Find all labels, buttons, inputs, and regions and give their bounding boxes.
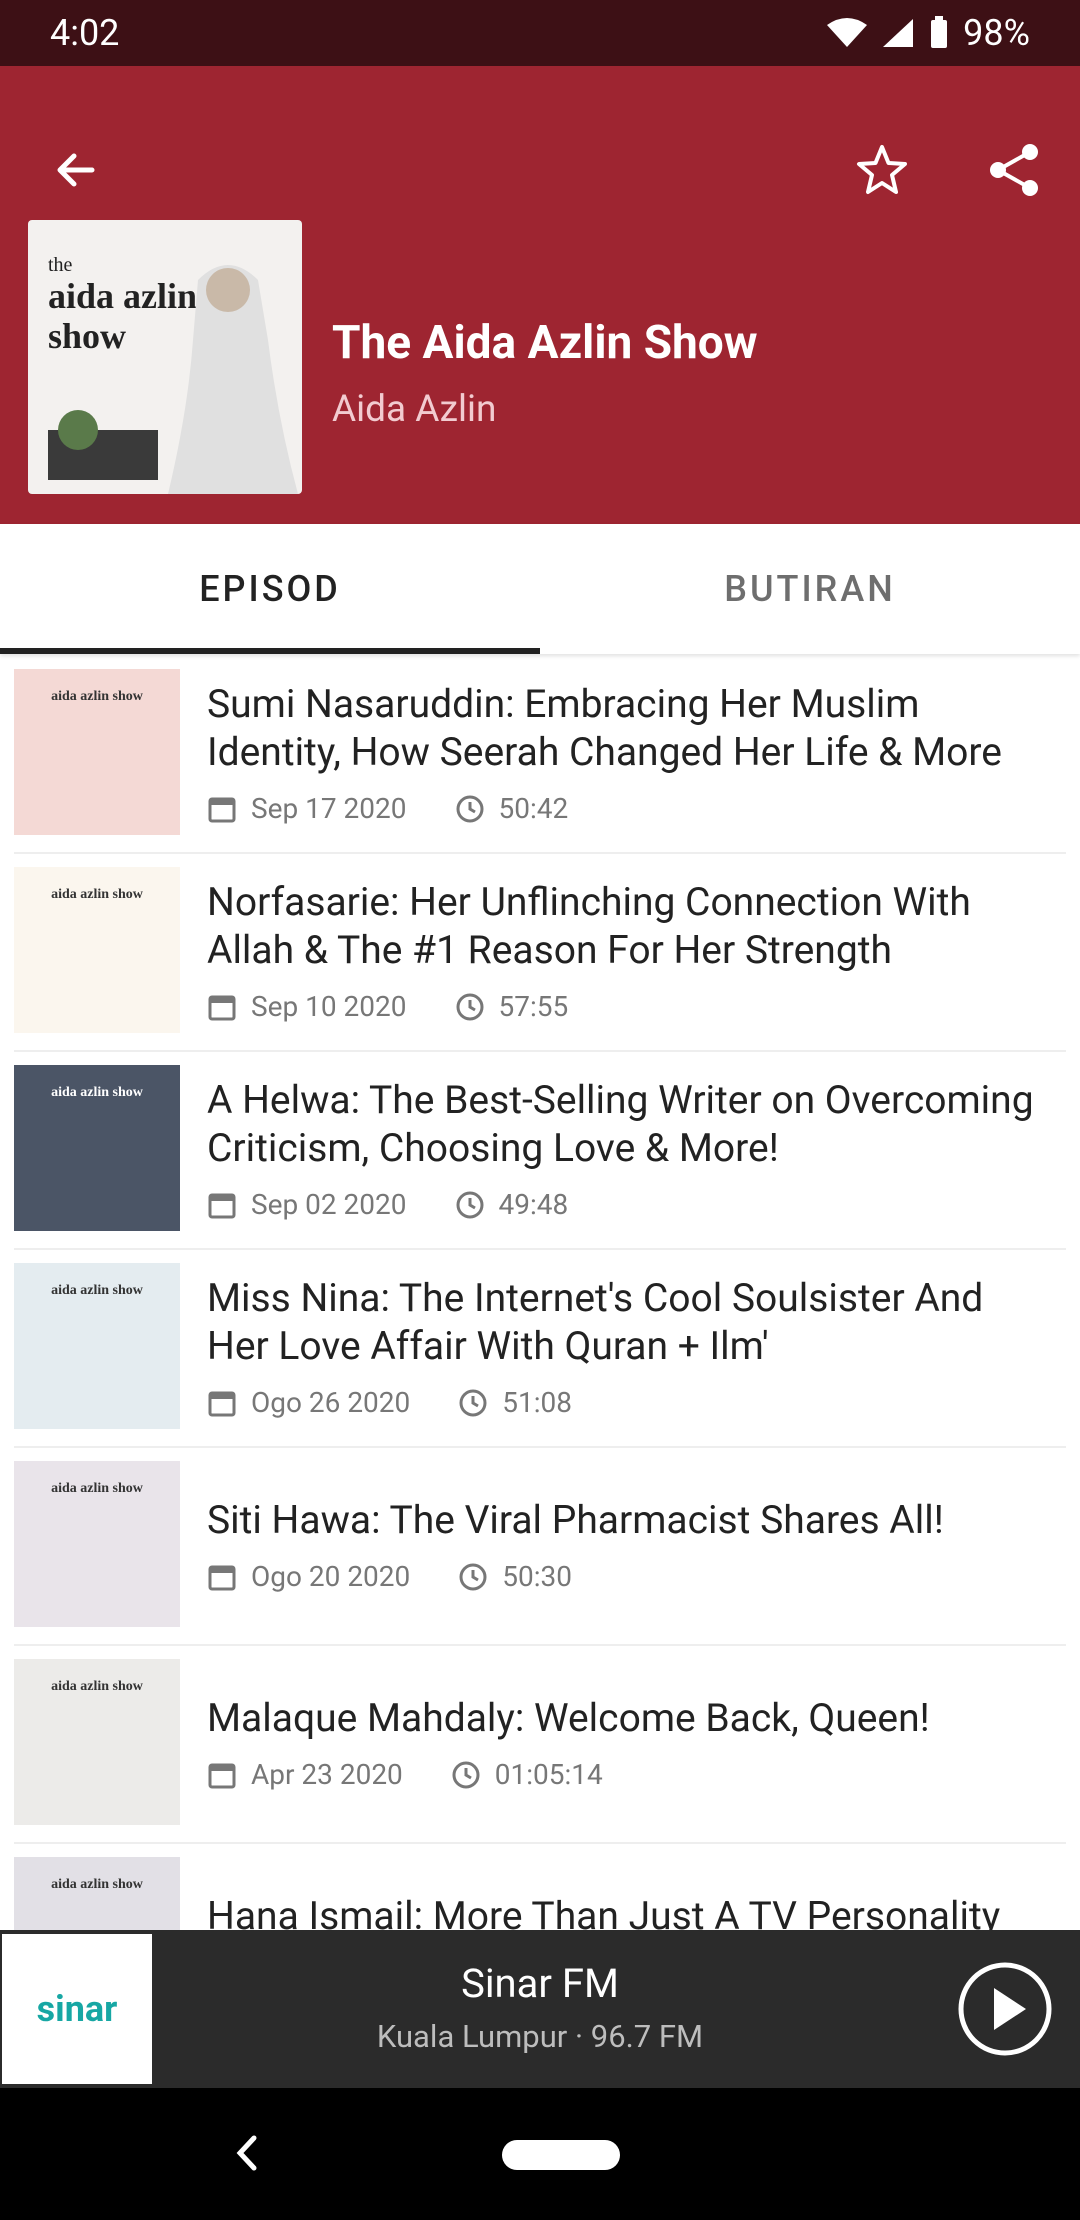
episode-item[interactable]: aida azlin show Malaque Mahdaly: Welcome…	[14, 1646, 1066, 1844]
episode-date: Sep 02 2020	[251, 1188, 407, 1221]
episode-thumbnail: aida azlin show	[14, 1461, 180, 1627]
station-location-frequency: Kuala Lumpur · 96.7 FM	[376, 2018, 704, 2055]
episode-item[interactable]: aida azlin show A Helwa: The Best-Sellin…	[14, 1052, 1066, 1250]
favorite-button[interactable]	[840, 128, 924, 212]
episode-list: aida azlin show Sumi Nasaruddin: Embraci…	[0, 656, 1080, 2042]
star-icon	[857, 145, 907, 194]
episode-item[interactable]: aida azlin show Siti Hawa: The Viral Pha…	[14, 1448, 1066, 1646]
share-icon	[990, 144, 1038, 196]
system-nav-bar	[0, 2088, 1080, 2220]
clock-icon	[456, 993, 484, 1020]
episode-title: Siti Hawa: The Viral Pharmacist Shares A…	[207, 1497, 944, 1543]
status-icons: 98%	[827, 12, 1030, 54]
calendar-icon	[208, 995, 236, 1020]
episode-duration: 57:55	[498, 990, 569, 1023]
cell-signal-icon	[883, 19, 914, 47]
back-arrow-icon	[57, 153, 95, 187]
episode-date: Apr 23 2020	[251, 1758, 403, 1791]
calendar-icon	[208, 1391, 236, 1416]
episode-duration: 50:30	[502, 1560, 572, 1593]
clock-icon	[456, 795, 484, 822]
episode-date: Sep 10 2020	[251, 990, 407, 1023]
episode-title: Miss Nina: The Internet's Cool Soulsiste…	[207, 1275, 984, 1369]
episode-thumbnail: aida azlin show	[14, 1263, 180, 1429]
calendar-icon	[208, 1565, 236, 1590]
episode-meta: Sep 17 2020 50:42	[207, 792, 568, 825]
episode-thumbnail: aida azlin show	[14, 669, 180, 835]
calendar-icon	[208, 1763, 236, 1788]
episode-duration: 51:08	[502, 1386, 572, 1419]
status-bar: 4:02 98%	[0, 0, 1080, 66]
episode-date: Ogo 20 2020	[251, 1560, 411, 1593]
tab-bar: EPISOD BUTIRAN	[0, 524, 1080, 654]
mini-player[interactable]: sinar Sinar FM Kuala Lumpur · 96.7 FM	[0, 1930, 1080, 2088]
clock-icon	[452, 1761, 480, 1788]
episode-item[interactable]: aida azlin show Sumi Nasaruddin: Embraci…	[14, 656, 1066, 854]
episode-title: Malaque Mahdaly: Welcome Back, Queen!	[207, 1695, 930, 1741]
active-tab-indicator	[0, 648, 540, 654]
episode-date: Sep 17 2020	[251, 792, 407, 825]
episode-thumbnail: aida azlin show	[14, 1659, 180, 1825]
show-author: Aida Azlin	[332, 388, 497, 431]
episode-title: Norfasarie: Her Unflinching Connection W…	[207, 879, 971, 973]
share-button[interactable]	[972, 128, 1056, 212]
battery-icon	[931, 16, 948, 48]
episode-meta: Sep 02 2020 49:48	[207, 1188, 568, 1221]
play-icon[interactable]	[956, 1960, 1054, 2058]
wifi-icon	[827, 18, 868, 47]
episode-item[interactable]: aida azlin show Miss Nina: The Internet'…	[14, 1250, 1066, 1448]
episode-meta: Sep 10 2020 57:55	[207, 990, 568, 1023]
show-title: The Aida Azlin Show	[332, 316, 758, 370]
nav-home-pill[interactable]	[502, 2140, 620, 2170]
status-time: 4:02	[50, 12, 120, 54]
nav-back-icon[interactable]	[222, 2128, 272, 2178]
episode-item[interactable]: aida azlin show Norfasarie: Her Unflinch…	[14, 854, 1066, 1052]
station-logo: sinar	[2, 1934, 152, 2084]
clock-icon	[459, 1563, 487, 1590]
battery-level: 98%	[963, 12, 1030, 54]
episode-thumbnail: aida azlin show	[14, 867, 180, 1033]
episode-title: A Helwa: The Best-Selling Writer on Over…	[207, 1077, 1034, 1171]
episode-duration: 01:05:14	[494, 1758, 603, 1791]
calendar-icon	[208, 1193, 236, 1218]
episode-meta: Ogo 26 2020 51:08	[207, 1386, 572, 1419]
clock-icon	[459, 1389, 487, 1416]
podcast-cover-art: the aida azlin show	[28, 220, 302, 494]
episode-thumbnail: aida azlin show	[14, 1065, 180, 1231]
back-button[interactable]	[34, 128, 118, 212]
clock-icon	[456, 1191, 484, 1218]
episode-meta: Apr 23 2020 01:05:14	[207, 1758, 603, 1791]
episode-meta: Ogo 20 2020 50:30	[207, 1560, 572, 1593]
episode-title: Sumi Nasaruddin: Embracing Her Muslim Id…	[207, 681, 1002, 775]
episode-duration: 50:42	[498, 792, 569, 825]
host-photo	[48, 265, 298, 494]
episode-date: Ogo 26 2020	[251, 1386, 411, 1419]
tab-butiran[interactable]: BUTIRAN	[540, 524, 1080, 654]
podcast-header: the aida azlin show The Aida Azlin Show …	[0, 66, 1080, 524]
calendar-icon	[208, 797, 236, 822]
station-name: Sinar FM	[461, 1960, 619, 2007]
tab-episod[interactable]: EPISOD	[0, 524, 540, 654]
episode-duration: 49:48	[498, 1188, 569, 1221]
